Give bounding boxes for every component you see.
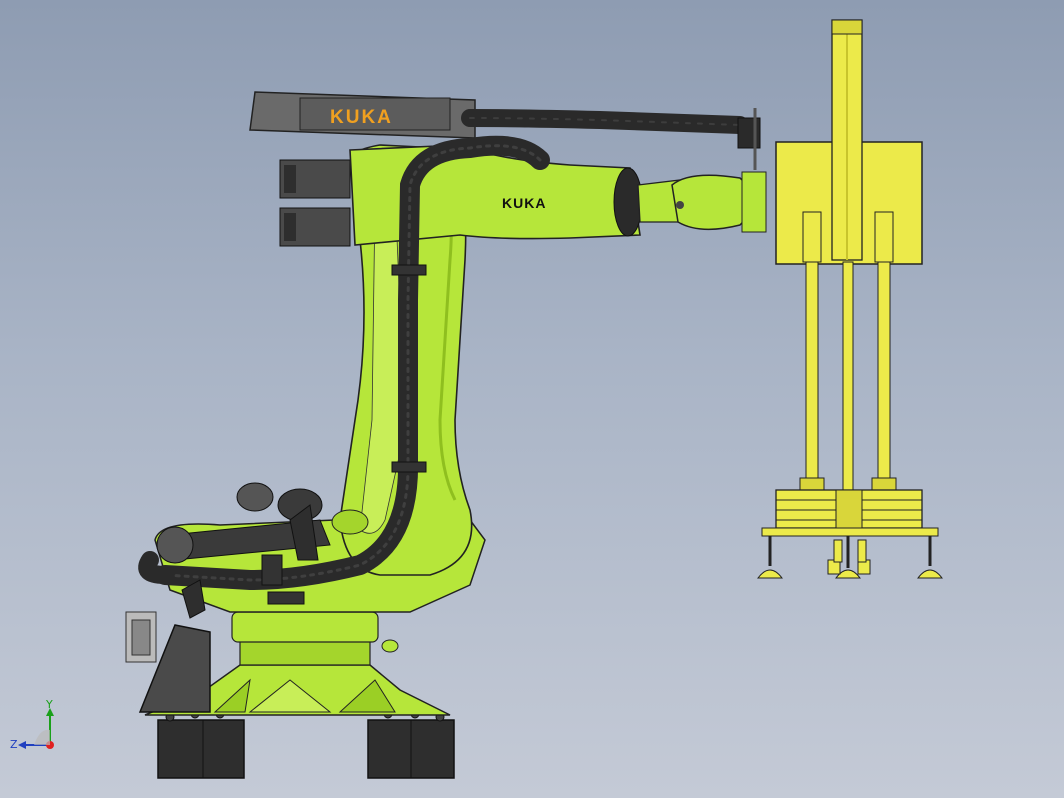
counterweight-logo: KUKA bbox=[330, 107, 393, 128]
base-motor-box bbox=[125, 611, 211, 713]
arm-logo: KUKA bbox=[502, 195, 546, 211]
orientation-triad: Y Z bbox=[10, 698, 54, 751]
gripper-assembly bbox=[737, 19, 944, 579]
foundation-blocks bbox=[157, 709, 455, 779]
cad-viewport[interactable]: KUKA KUKA Y Z bbox=[0, 0, 1064, 798]
triad-y-label: Y bbox=[45, 698, 53, 711]
foundation-block-left bbox=[157, 719, 245, 779]
triad-z-label: Z bbox=[10, 738, 18, 751]
